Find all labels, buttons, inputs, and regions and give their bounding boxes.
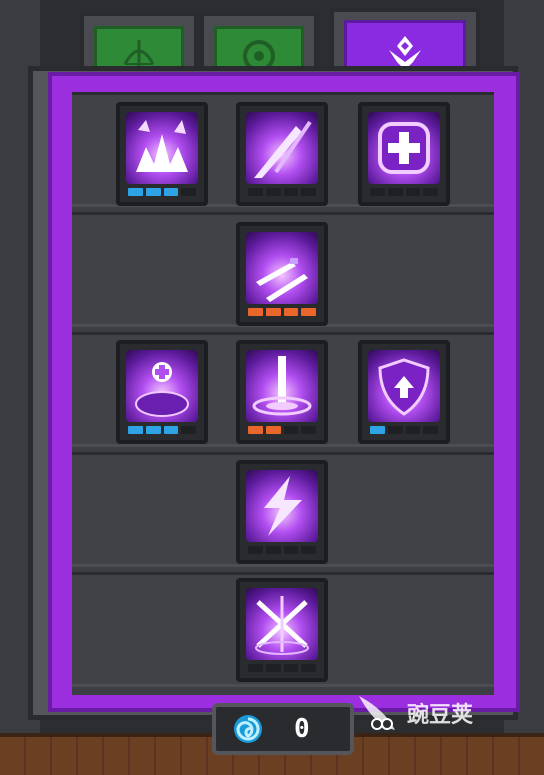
level-pip [248, 426, 263, 434]
level-pip [181, 188, 196, 196]
skill-lightning[interactable] [236, 460, 328, 564]
level-pip [283, 546, 299, 554]
level-pip [128, 188, 143, 196]
sword-pillar-icon [246, 350, 318, 422]
skill-sword-ring[interactable] [236, 578, 328, 682]
skill-level-bar [370, 426, 438, 434]
level-pip [387, 426, 403, 434]
level-pip [405, 426, 421, 434]
skill-shield-up[interactable] [358, 340, 450, 444]
level-pip [283, 664, 299, 672]
level-pip [405, 188, 421, 196]
level-pip [301, 308, 316, 316]
level-pip [301, 426, 316, 434]
skill-sword-pillar[interactable] [236, 340, 328, 444]
level-pip [145, 188, 161, 196]
currency-counter: 0 [212, 703, 354, 755]
spiral-gem-icon [234, 715, 262, 743]
skill-heal[interactable] [358, 102, 450, 206]
watermark: 豌豆荚 [355, 690, 473, 736]
skill-level-bar [248, 308, 316, 316]
pea-pod-logo-icon [359, 696, 395, 730]
level-pip [181, 426, 196, 434]
skill-level-bar [128, 426, 196, 434]
shield-up-icon [368, 350, 440, 422]
pet-heal-icon [126, 350, 198, 422]
level-pip [387, 188, 403, 196]
level-pip [265, 426, 281, 434]
skill-level-bar [248, 426, 316, 434]
watermark-text: 豌豆荚 [407, 703, 474, 728]
level-pip [248, 546, 263, 554]
level-pip [265, 308, 281, 316]
level-pip [128, 426, 143, 434]
skill-level-bar [248, 546, 316, 554]
level-pip [423, 188, 438, 196]
level-pip [301, 664, 316, 672]
currency-count: 0 [294, 714, 310, 744]
sword-ring-icon [246, 588, 318, 660]
level-pip [163, 188, 179, 196]
skill-pet-heal[interactable] [116, 340, 208, 444]
spike-burst-icon [126, 112, 198, 184]
level-pip [163, 426, 179, 434]
level-pip [301, 546, 316, 554]
level-pip [283, 426, 299, 434]
level-pip [248, 308, 263, 316]
lightning-icon [246, 470, 318, 542]
skill-level-bar [248, 188, 316, 196]
level-pip [145, 426, 161, 434]
level-pip [423, 426, 438, 434]
level-pip [301, 188, 316, 196]
skill-flying-swords[interactable] [236, 222, 328, 326]
slash-icon [246, 112, 318, 184]
level-pip [283, 308, 299, 316]
level-pip [248, 188, 263, 196]
skill-level-bar [248, 664, 316, 672]
level-pip [248, 664, 263, 672]
level-pip [283, 188, 299, 196]
skill-slash[interactable] [236, 102, 328, 206]
level-pip [265, 546, 281, 554]
skill-level-bar [128, 188, 196, 196]
skill-burst[interactable] [116, 102, 208, 206]
level-pip [265, 664, 281, 672]
level-pip [370, 426, 385, 434]
level-pip [370, 188, 385, 196]
skill-level-bar [370, 188, 438, 196]
plus-cross-icon [368, 112, 440, 184]
level-pip [265, 188, 281, 196]
flying-swords-icon [246, 232, 318, 304]
